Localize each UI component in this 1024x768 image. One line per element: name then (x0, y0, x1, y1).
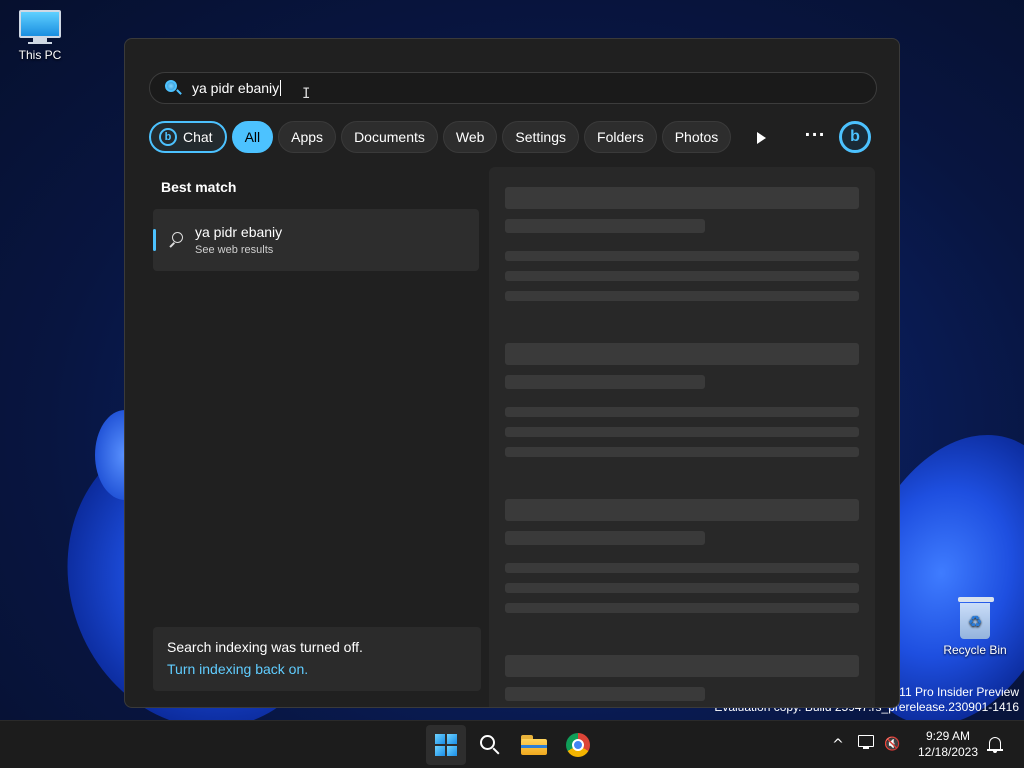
indexing-message: Search indexing was turned off. (167, 639, 363, 655)
results-column: Best match ya pidr ebaniy See web result… (153, 179, 483, 271)
show-hidden-icons-button[interactable]: ^ (828, 735, 848, 755)
filter-label: Folders (597, 129, 644, 145)
selection-accent (153, 229, 156, 251)
turn-indexing-on-link[interactable]: Turn indexing back on. (167, 661, 467, 677)
filter-photos-button[interactable]: Photos (661, 121, 732, 153)
filter-folders-button[interactable]: Folders (584, 121, 657, 153)
indexing-notice: Search indexing was turned off. Turn ind… (153, 627, 481, 691)
search-panel: ya pidr ebaniy I b Chat All Apps Documen… (124, 38, 900, 708)
skeleton-line (505, 563, 859, 573)
text-caret (280, 80, 282, 96)
windows-icon (435, 734, 457, 756)
recycle-bin-icon: ♻ (958, 597, 994, 639)
desktop-icon-label: This PC (18, 48, 62, 62)
skeleton-line (505, 291, 859, 301)
bing-icon: b (850, 128, 860, 145)
skeleton-line (505, 447, 859, 457)
start-button[interactable] (426, 725, 466, 765)
chrome-button[interactable] (558, 725, 598, 765)
monitor-icon (19, 10, 61, 44)
text-cursor-icon: I (302, 86, 311, 102)
desktop-icon-label: Recycle Bin (943, 643, 1007, 657)
filter-label: Web (455, 129, 485, 145)
filter-apps-button[interactable]: Apps (278, 121, 337, 153)
skeleton-line (505, 427, 859, 437)
best-match-result[interactable]: ya pidr ebaniy See web results (153, 209, 479, 271)
bing-icon: b (159, 128, 177, 146)
skeleton-title (505, 343, 859, 365)
skeleton-subtitle (505, 375, 705, 389)
result-subtitle: See web results (195, 244, 274, 256)
skeleton-title (505, 499, 859, 521)
desktop-icon-recycle-bin[interactable]: ♻ Recycle Bin (935, 597, 1015, 657)
skeleton-subtitle (505, 219, 705, 233)
skeleton-subtitle (505, 687, 705, 701)
filter-all-button[interactable]: All (231, 121, 274, 153)
clock-time: 9:29 AM (925, 729, 971, 743)
search-icon (164, 79, 182, 97)
result-title: ya pidr ebaniy (195, 224, 283, 240)
skeleton-line (505, 271, 859, 281)
filter-documents-button[interactable]: Documents (341, 121, 438, 153)
filter-settings-button[interactable]: Settings (502, 121, 580, 153)
filter-label: All (244, 129, 261, 145)
skeleton-line (505, 603, 859, 613)
clock[interactable]: 9:29 AM 12/18/2023 (912, 728, 984, 760)
filter-label: Documents (354, 129, 425, 145)
search-icon (169, 232, 185, 248)
search-icon (480, 735, 500, 755)
skeleton-line (505, 583, 859, 593)
filter-label: Apps (291, 129, 324, 145)
skeleton-title (505, 187, 859, 209)
skeleton-subtitle (505, 531, 705, 545)
clock-date: 12/18/2023 (917, 745, 979, 759)
skeleton-line (505, 407, 859, 417)
filter-label: Chat (183, 129, 213, 145)
file-explorer-button[interactable] (514, 725, 554, 765)
search-query-text: ya pidr ebaniy (192, 80, 280, 96)
search-filter-bar: b Chat All Apps Documents Web Settings F… (149, 120, 736, 154)
taskbar-search-button[interactable] (470, 725, 510, 765)
skeleton-title (505, 655, 859, 677)
bing-chat-button[interactable]: b (839, 121, 871, 153)
chrome-icon (566, 733, 590, 757)
volume-muted-icon[interactable]: 🔇 (884, 735, 906, 755)
preview-pane-loading (489, 167, 875, 707)
skeleton-line (505, 251, 859, 261)
play-icon (756, 132, 766, 144)
notification-bell-icon[interactable] (986, 735, 1006, 755)
folder-icon (521, 735, 547, 755)
filter-label: Settings (515, 129, 567, 145)
filter-chat-button[interactable]: b Chat (149, 121, 227, 153)
search-input[interactable]: ya pidr ebaniy (149, 72, 877, 104)
best-match-heading: Best match (161, 179, 237, 195)
filter-label: Photos (674, 129, 719, 145)
taskbar: ^ 🔇 9:29 AM 12/18/2023 (0, 720, 1024, 768)
network-icon[interactable] (858, 735, 878, 755)
more-options-button[interactable]: ··· (803, 125, 827, 149)
more-filters-play-button[interactable] (751, 128, 771, 148)
filter-web-button[interactable]: Web (442, 121, 498, 153)
desktop-icon-this-pc[interactable]: This PC (0, 10, 80, 62)
